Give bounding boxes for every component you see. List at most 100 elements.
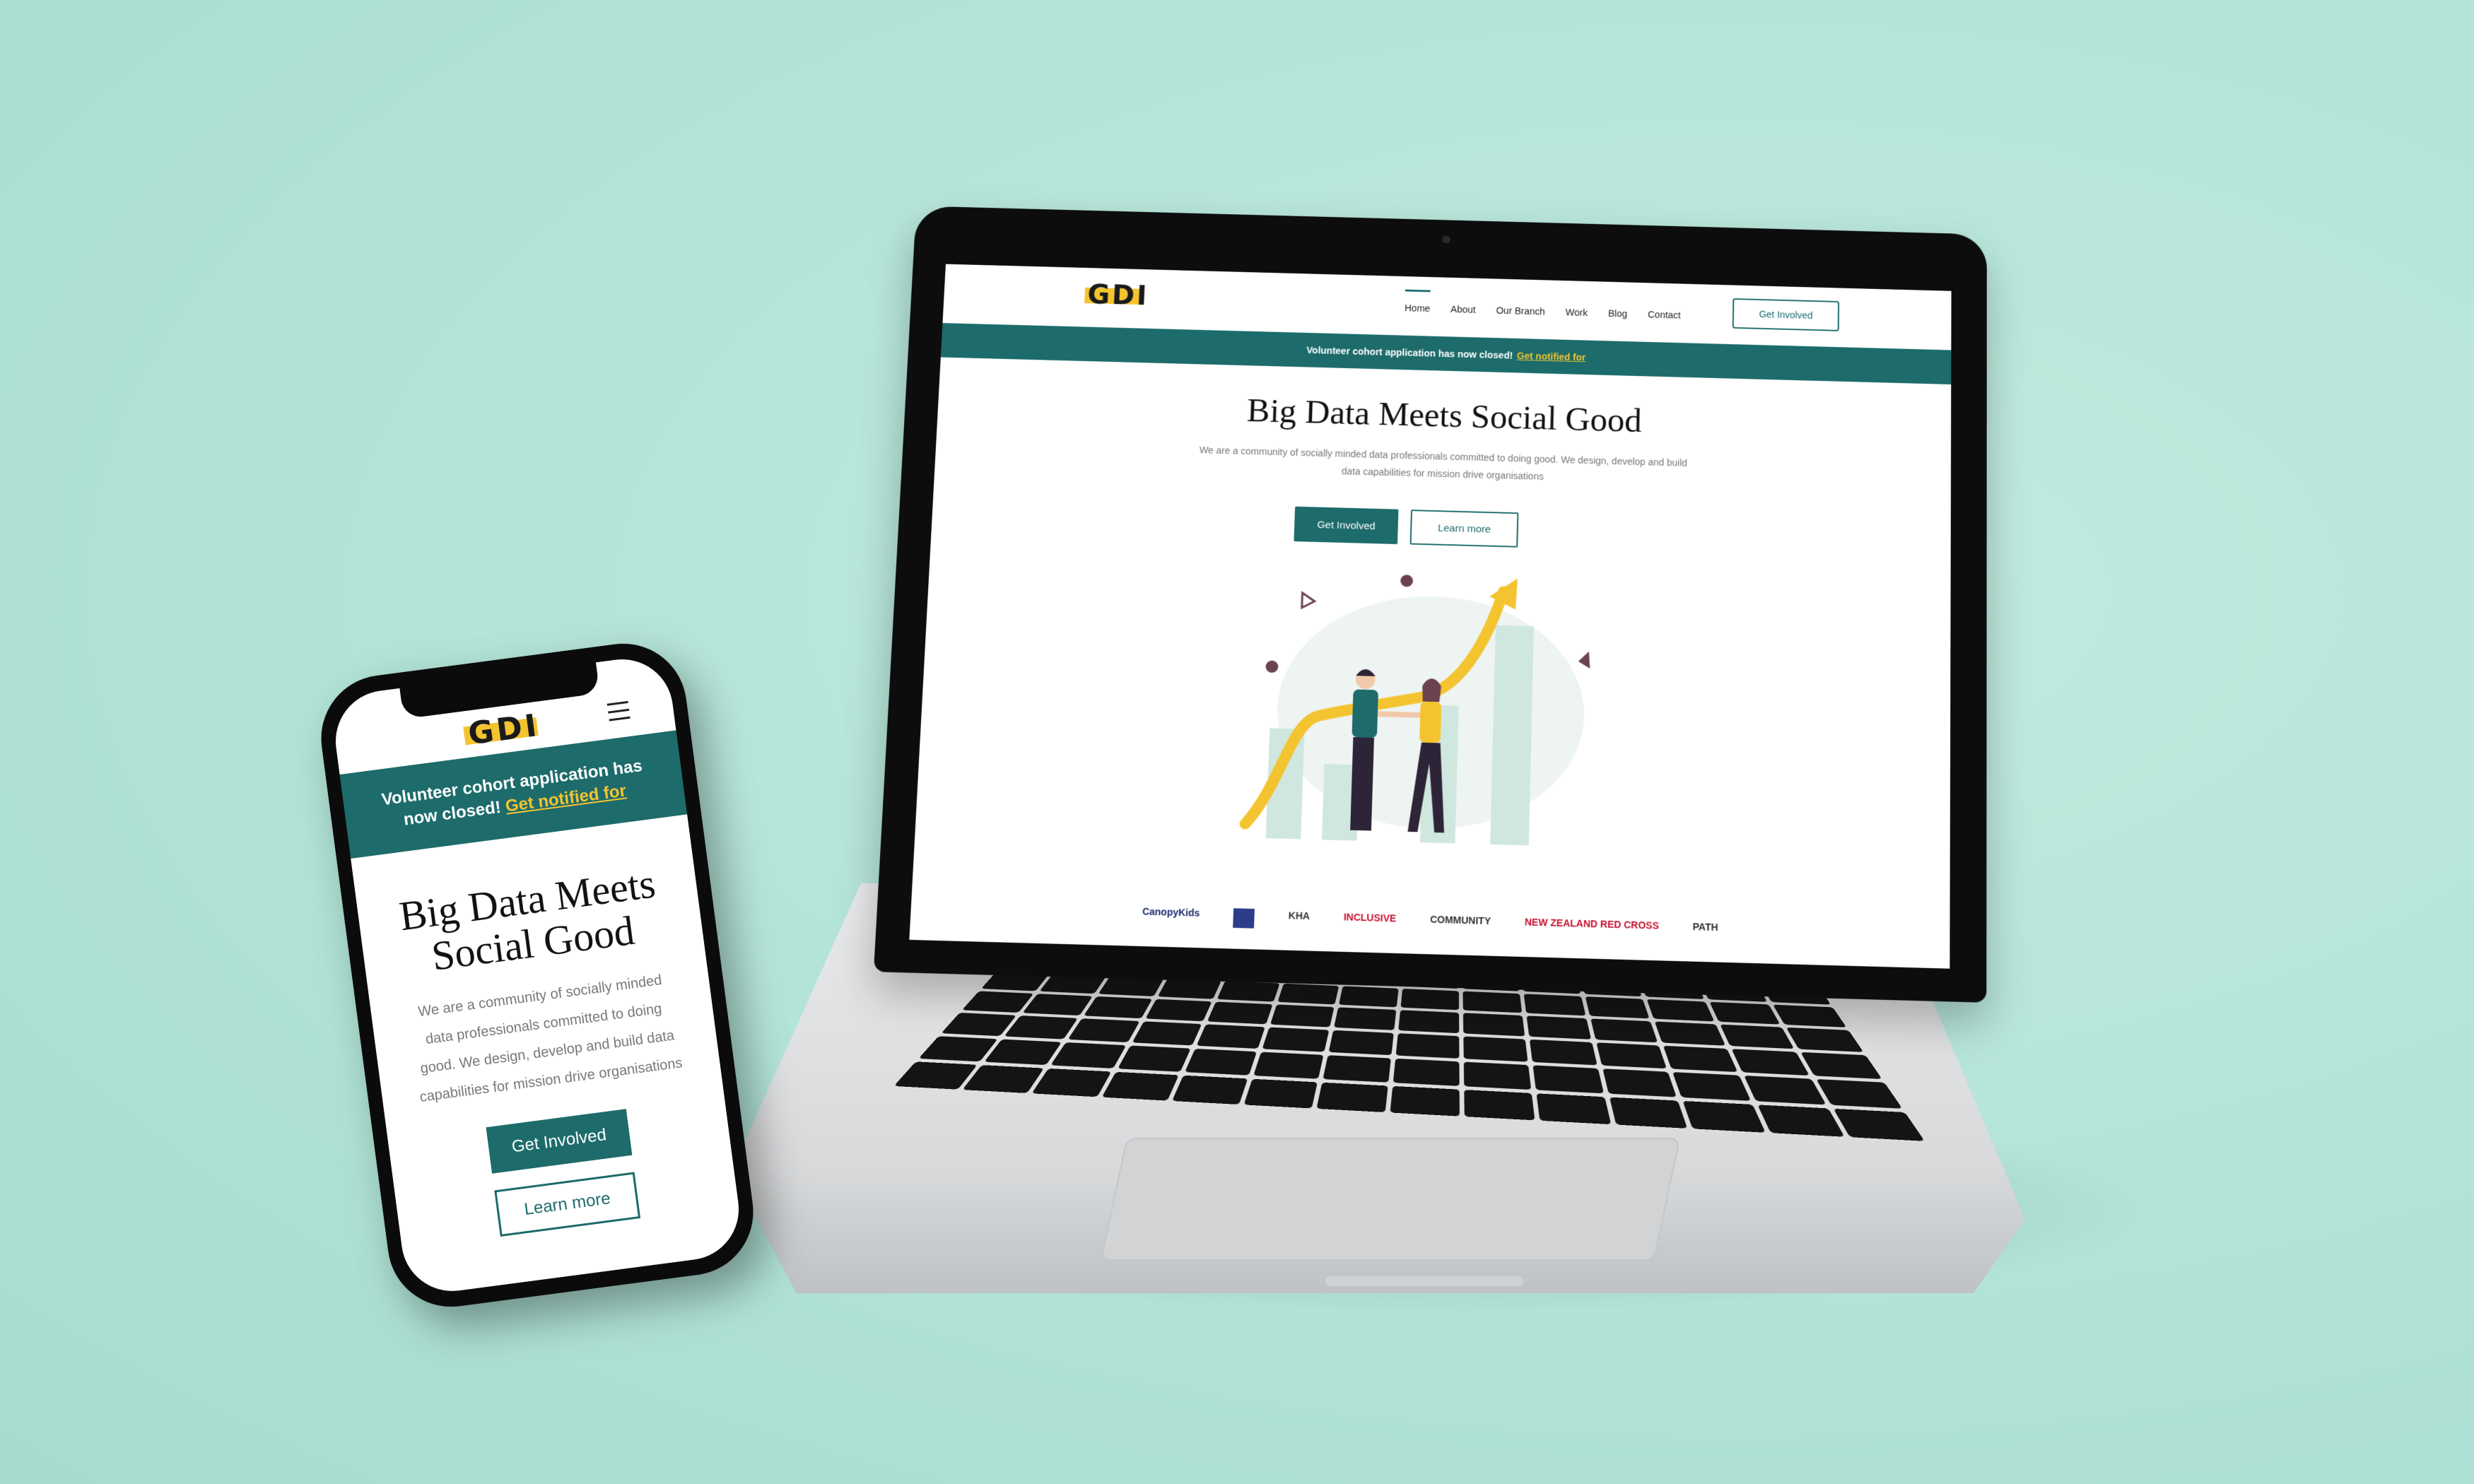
key [1529, 1039, 1597, 1066]
triangle-decoration [1302, 593, 1315, 608]
dot-decoration [1265, 660, 1279, 673]
nav-our-branch[interactable]: Our Branch [1496, 298, 1545, 317]
phone-device: GDI Volunteer cohort application has now… [313, 635, 761, 1315]
partner-logo: PATH [1692, 921, 1718, 934]
key [1655, 1021, 1726, 1046]
key [1731, 1049, 1810, 1076]
main-nav: Home About Our Branch Work Blog Contact [1405, 296, 1681, 320]
key [1217, 981, 1280, 1002]
mobile-get-involved-button[interactable]: Get Involved [486, 1109, 633, 1174]
key [1682, 1100, 1766, 1133]
key [1253, 1052, 1324, 1079]
hero-learn-more-button[interactable]: Learn more [1409, 510, 1519, 548]
logo-text: GDI [1086, 279, 1150, 312]
key [1462, 1013, 1525, 1037]
key [1464, 1090, 1535, 1121]
key [1595, 1042, 1667, 1069]
handshake [1378, 714, 1420, 715]
key [1720, 1024, 1795, 1049]
key [1609, 1097, 1688, 1129]
key [961, 991, 1034, 1013]
key [1334, 1007, 1397, 1030]
partner-logo: COMMUNITY [1429, 913, 1491, 927]
key [1316, 1082, 1388, 1113]
key [1083, 996, 1152, 1019]
key [1172, 1075, 1248, 1105]
banner-text: Volunteer cohort application has now clo… [1306, 344, 1513, 361]
banner-link[interactable]: Get notified for [1517, 351, 1586, 363]
key [1395, 1033, 1460, 1059]
man-torso [1352, 689, 1379, 738]
key [1067, 1018, 1140, 1043]
key [1744, 1076, 1827, 1105]
key [1050, 1042, 1126, 1068]
key [1328, 1030, 1394, 1056]
partner-badge-logo [1233, 908, 1255, 929]
chart-bar-4 [1490, 625, 1534, 846]
trackpad [1100, 1138, 1681, 1261]
key [1672, 1072, 1752, 1101]
hero-illustration [1216, 564, 1590, 877]
hero-description: We are a community of socially minded da… [1199, 444, 1688, 482]
key [1647, 999, 1715, 1022]
key [1463, 1061, 1531, 1090]
key [1031, 1068, 1111, 1097]
nav-blog[interactable]: Blog [1608, 302, 1628, 319]
hero-title: Big Data Meets Social Good [1246, 391, 1643, 440]
lid-opening-notch [1325, 1276, 1523, 1286]
key [1663, 1045, 1738, 1073]
key [1532, 1065, 1604, 1094]
key [1117, 1045, 1192, 1072]
nav-contact[interactable]: Contact [1648, 302, 1681, 320]
hero-get-involved-button[interactable]: Get Involved [1294, 506, 1399, 545]
mobile-learn-more-button[interactable]: Learn more [494, 1172, 641, 1237]
camera-icon [1442, 235, 1450, 244]
menu-bar [606, 700, 628, 706]
key [1197, 1024, 1266, 1049]
key [1393, 1058, 1460, 1086]
key [1262, 1027, 1330, 1052]
key [1390, 1085, 1460, 1117]
header-get-involved-button[interactable]: Get Involved [1732, 298, 1840, 331]
mobile-hero-description: We are a community of socially minded da… [417, 972, 684, 1106]
key [1585, 996, 1650, 1019]
key [1270, 1004, 1335, 1027]
nav-work[interactable]: Work [1566, 300, 1588, 318]
key [1462, 991, 1522, 1013]
key [1773, 1004, 1847, 1027]
key [1786, 1027, 1864, 1052]
triangle-decoration [1578, 651, 1590, 669]
laptop-lid: GDI Home About Our Branch Work Blog Cont… [873, 206, 1987, 1003]
key [1157, 978, 1222, 999]
menu-bar [609, 716, 631, 722]
phone-screen: GDI Volunteer cohort application has now… [329, 653, 745, 1297]
key [962, 1065, 1044, 1093]
key [1523, 994, 1585, 1016]
menu-bar [608, 708, 630, 714]
hamburger-menu-icon[interactable] [606, 700, 631, 722]
key [1400, 989, 1459, 1011]
nav-about[interactable]: About [1450, 298, 1476, 315]
key [1757, 1105, 1845, 1137]
laptop-screen: GDI Home About Our Branch Work Blog Cont… [909, 264, 1952, 969]
site-logo[interactable]: GDI [1086, 280, 1150, 314]
mobile-logo[interactable]: GDI [466, 707, 541, 753]
key [1463, 1036, 1528, 1062]
key [1207, 1001, 1273, 1025]
man-legs [1350, 737, 1374, 831]
woman-torso [1419, 701, 1442, 743]
key [1101, 1071, 1180, 1101]
key [1185, 1049, 1257, 1076]
partner-logo: KHA [1288, 909, 1311, 922]
key [1277, 983, 1339, 1005]
key [1590, 1018, 1658, 1043]
key [1833, 1108, 1925, 1141]
key [1398, 1010, 1460, 1034]
key [1709, 1001, 1781, 1025]
nav-home[interactable]: Home [1405, 296, 1431, 314]
key [941, 1013, 1016, 1037]
key [1004, 1015, 1078, 1040]
key [1339, 986, 1399, 1008]
key [918, 1036, 998, 1062]
key [1132, 1021, 1202, 1046]
